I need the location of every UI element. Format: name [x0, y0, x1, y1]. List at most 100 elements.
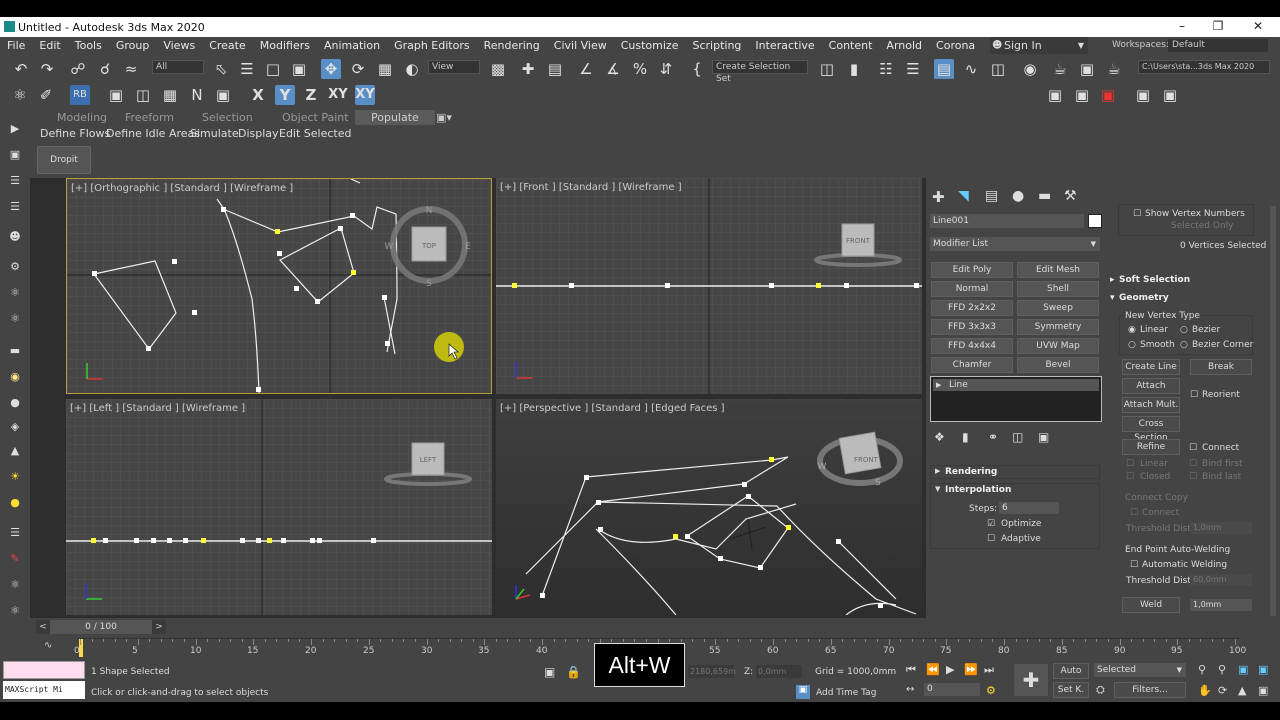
link-icon[interactable]: ☍: [68, 59, 88, 79]
render-icon-4[interactable]: ▣: [1133, 85, 1153, 105]
grid-icon[interactable]: ▦: [160, 85, 180, 105]
add-time-tag-label[interactable]: Add Time Tag: [816, 688, 876, 698]
vertex[interactable]: [718, 556, 723, 561]
vertex[interactable]: [685, 534, 690, 539]
xy-constraint-icon[interactable]: XY: [355, 85, 375, 105]
prev-key-icon[interactable]: ⏪: [926, 663, 940, 676]
pivot-center-icon[interactable]: ▩: [488, 59, 508, 79]
redo-icon[interactable]: ↷: [37, 59, 57, 79]
tool-icon-14[interactable]: ☀: [7, 470, 23, 484]
collapse-icon[interactable]: ▼: [935, 485, 940, 493]
vertex[interactable]: [103, 538, 108, 543]
render-icon-5[interactable]: ▣: [1160, 85, 1180, 105]
xy-plane-icon[interactable]: XY: [328, 85, 348, 105]
selected-vertex[interactable]: [673, 534, 678, 539]
smooth-radio[interactable]: ○: [1128, 340, 1136, 350]
viewport-label[interactable]: [+] [Left ] [Standard ] [Wireframe ]: [70, 403, 245, 414]
menu-content[interactable]: Content: [822, 39, 880, 52]
vertex[interactable]: [277, 251, 282, 256]
tool-icon-2[interactable]: ▣: [7, 148, 23, 162]
select-object-icon[interactable]: ⬁: [211, 59, 231, 79]
optimize-checkbox[interactable]: ☑: [987, 519, 995, 529]
remove-modifier-icon[interactable]: ◫: [1012, 430, 1023, 444]
vertex[interactable]: [317, 538, 322, 543]
vertex[interactable]: [665, 283, 670, 288]
object-color-swatch[interactable]: [1088, 214, 1102, 228]
prev-frame-icon[interactable]: <: [36, 620, 50, 634]
tab-populate[interactable]: Populate: [355, 110, 435, 125]
container-icon[interactable]: ⚛: [10, 85, 30, 105]
sweep-button[interactable]: Sweep: [1017, 300, 1099, 316]
maxscript-mini-listener[interactable]: MAXScript Mi: [3, 681, 85, 699]
vertex[interactable]: [746, 494, 751, 499]
bevel-button[interactable]: Bevel: [1017, 357, 1099, 373]
select-move-icon[interactable]: ✥: [321, 59, 341, 79]
vertex[interactable]: [192, 310, 197, 315]
create-tab-icon[interactable]: ✚: [932, 188, 945, 206]
bind-first-checkbox[interactable]: ☐: [1189, 459, 1197, 469]
workspaces-select[interactable]: Default: [1168, 39, 1268, 52]
play-icon[interactable]: ▶: [946, 663, 954, 676]
closed-checkbox[interactable]: ☐: [1126, 472, 1134, 482]
tool-icon-6[interactable]: ⚙: [7, 260, 23, 274]
tab-simulate[interactable]: Simulate: [190, 127, 239, 140]
vertex[interactable]: [758, 565, 763, 570]
time-slider[interactable]: 0 / 100: [50, 620, 152, 634]
next-key-icon[interactable]: ⏩: [964, 663, 978, 676]
tab-define-idle-areas[interactable]: Define Idle Areas: [106, 127, 200, 140]
vertex[interactable]: [742, 482, 747, 487]
selected-vertex[interactable]: [769, 457, 774, 462]
maximize-icon[interactable]: ❐: [1210, 19, 1226, 35]
time-config-icon[interactable]: ⚙: [986, 684, 996, 697]
named-sets-icon[interactable]: {: [687, 59, 707, 79]
tool-icon-18[interactable]: ⚛: [7, 578, 23, 592]
pan-icon[interactable]: ✋: [1198, 684, 1212, 697]
linear2-checkbox[interactable]: ☐: [1126, 459, 1134, 469]
viewport-front[interactable]: FRONT [+] [Front ] [Standard ] [Wirefram…: [496, 178, 922, 394]
curve-editor-icon[interactable]: ∿: [961, 59, 981, 79]
selected-vertex[interactable]: [91, 538, 96, 543]
selected-vertex[interactable]: [201, 538, 206, 543]
time-tag-icon[interactable]: ▣: [796, 685, 810, 699]
normal-button[interactable]: Normal: [931, 281, 1013, 297]
ribbon-options-icon[interactable]: ▣▾: [436, 111, 452, 124]
ffd-4x4x4-button[interactable]: FFD 4x4x4: [931, 338, 1013, 354]
vertex[interactable]: [382, 295, 387, 300]
linear-radio[interactable]: ◉: [1128, 325, 1136, 335]
select-rotate-icon[interactable]: ⟳: [348, 59, 368, 79]
tool-icon-11[interactable]: ●: [7, 396, 23, 410]
align-icon[interactable]: ▮: [844, 59, 864, 79]
selected-vertex[interactable]: [267, 538, 272, 543]
menu-corona[interactable]: Corona: [929, 39, 982, 52]
current-frame-field[interactable]: 0: [924, 683, 980, 696]
connect-checkbox[interactable]: ☐: [1189, 443, 1197, 453]
place-icon[interactable]: ◐: [402, 59, 422, 79]
named-selection-set-select[interactable]: Create Selection Set: [712, 60, 808, 84]
tool-icon-1[interactable]: ▶: [7, 122, 23, 136]
menu-scripting[interactable]: Scripting: [685, 39, 748, 52]
z-coordinate-field[interactable]: 0,0mm: [756, 665, 802, 678]
vertex[interactable]: [371, 538, 376, 543]
vertex[interactable]: [256, 387, 261, 392]
vertex[interactable]: [167, 538, 172, 543]
modify-tab-icon[interactable]: ◥: [958, 188, 969, 204]
expand-icon[interactable]: ▶: [936, 379, 941, 391]
tab-freeform[interactable]: Freeform: [125, 111, 174, 124]
tool-icon-4[interactable]: ☰: [7, 200, 23, 214]
window-crossing-icon[interactable]: ▣: [289, 59, 309, 79]
vertex[interactable]: [844, 283, 849, 288]
selected-vertex[interactable]: [512, 283, 517, 288]
tab-define-flows[interactable]: Define Flows: [40, 127, 110, 140]
vertex[interactable]: [315, 299, 320, 304]
set-key-button[interactable]: Set K.: [1053, 682, 1089, 698]
menu-customize[interactable]: Customize: [614, 39, 686, 52]
dropit-button[interactable]: Dropit: [37, 146, 91, 174]
interpolation-label[interactable]: Interpolation: [945, 485, 1011, 495]
z-axis-icon[interactable]: Z: [301, 85, 321, 105]
menu-tools[interactable]: Tools: [68, 39, 109, 52]
tool-icon-16[interactable]: ☰: [7, 526, 23, 540]
show-vertex-numbers-checkbox[interactable]: ☐: [1133, 209, 1141, 219]
vertex[interactable]: [540, 593, 545, 598]
edit-mesh-button[interactable]: Edit Mesh: [1017, 262, 1099, 278]
hierarchy-tab-icon[interactable]: ▤: [985, 188, 998, 204]
